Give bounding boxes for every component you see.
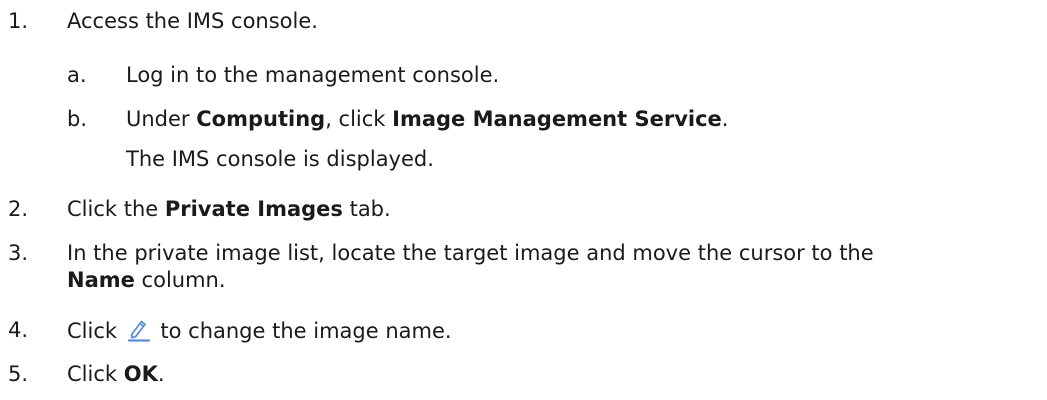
step-text: Click OK. bbox=[67, 361, 165, 387]
step-text: Click the Private Images tab. bbox=[67, 196, 391, 222]
substep-letter: b. bbox=[67, 107, 88, 131]
text-segment: tab. bbox=[342, 197, 391, 221]
step-text: Access the IMS console. bbox=[67, 9, 318, 33]
step-2: 2. Click the Private Images tab. bbox=[0, 196, 1047, 222]
text-segment: Click bbox=[67, 319, 124, 343]
step-number: 4. bbox=[8, 318, 29, 342]
step-number: 2. bbox=[8, 197, 29, 221]
step-1: 1. Access the IMS console. bbox=[0, 8, 1047, 34]
step-5: 5. Click OK. bbox=[0, 361, 1047, 387]
text-segment: , click bbox=[325, 107, 393, 131]
text-segment: column. bbox=[134, 268, 226, 292]
step-3-continuation: Name column. bbox=[0, 267, 1047, 293]
text-segment: Under bbox=[126, 107, 197, 131]
step-4: 4. Click to change the image name. bbox=[0, 317, 1047, 343]
ui-term-computing: Computing bbox=[196, 107, 326, 131]
substep-text: Log in to the management console. bbox=[126, 63, 500, 87]
step-3: 3. In the private image list, locate the… bbox=[0, 240, 1047, 266]
ui-term-private-images: Private Images bbox=[164, 197, 343, 221]
ui-term-image-management-service: Image Management Service bbox=[392, 107, 722, 131]
step-text: Click to change the image name. bbox=[67, 317, 452, 344]
substep-text: Under Computing, click Image Management … bbox=[126, 106, 728, 132]
substep-1b: b. Under Computing, click Image Manageme… bbox=[0, 106, 1047, 132]
result-text: The IMS console is displayed. bbox=[126, 147, 434, 171]
substep-1b-result: The IMS console is displayed. bbox=[0, 146, 1047, 172]
ui-term-ok: OK bbox=[123, 362, 158, 386]
ui-term-name: Name bbox=[67, 268, 135, 292]
text-segment: . bbox=[721, 107, 729, 131]
step-number: 1. bbox=[8, 9, 29, 33]
edit-pencil-icon bbox=[126, 317, 152, 343]
substep-letter: a. bbox=[67, 63, 87, 87]
step-text: In the private image list, locate the ta… bbox=[67, 241, 874, 265]
step-text: Name column. bbox=[67, 267, 226, 293]
text-segment: to change the image name. bbox=[153, 319, 452, 343]
substep-1a: a. Log in to the management console. bbox=[0, 62, 1047, 88]
step-number: 5. bbox=[8, 362, 29, 386]
step-number: 3. bbox=[8, 241, 29, 265]
text-segment: Click the bbox=[67, 197, 165, 221]
text-segment: . bbox=[157, 362, 165, 386]
text-segment: Click bbox=[67, 362, 124, 386]
